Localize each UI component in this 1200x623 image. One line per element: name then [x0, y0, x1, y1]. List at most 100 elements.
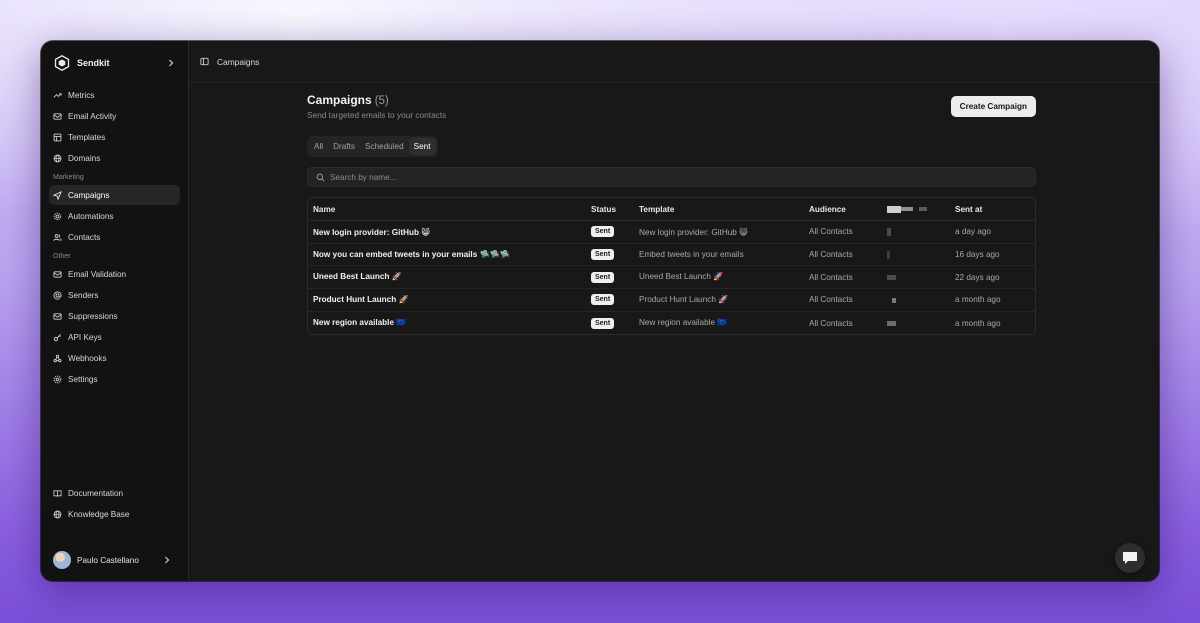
sidebar-item-metrics[interactable]: Metrics — [49, 85, 180, 105]
status-badge: Sent — [591, 294, 615, 306]
campaign-count: (5) — [374, 95, 389, 107]
campaign-name: New region available 🇪🇺 — [313, 318, 407, 328]
audience: All Contacts — [809, 227, 853, 237]
title-block: Campaigns (5) Send targeted emails to you… — [307, 93, 446, 120]
sidebar-item-label: Automations — [68, 211, 114, 221]
sent-at: a month ago — [955, 318, 1001, 328]
audience: All Contacts — [809, 318, 853, 328]
webhook-icon — [53, 354, 62, 362]
template-name: Embed tweets in your emails — [639, 250, 744, 260]
redacted-cell — [887, 295, 955, 304]
status-badge: Sent — [591, 249, 615, 261]
brand-name: Sendkit — [77, 58, 110, 68]
campaigns-content: Campaigns (5) Send targeted emails to you… — [307, 93, 1036, 336]
sidebar-item-email-validation[interactable]: Email Validation — [49, 264, 180, 284]
sidebar-item-webhooks[interactable]: Webhooks — [49, 348, 180, 368]
status-badge: Sent — [591, 271, 615, 283]
brand-switcher[interactable]: Sendkit — [49, 41, 180, 85]
mail-icon — [53, 112, 62, 120]
sent-at: 16 days ago — [955, 250, 1000, 260]
page-title: Campaigns (5) — [307, 93, 446, 107]
user-menu[interactable]: Paulo Castellano — [53, 549, 176, 571]
sidebar-item-domains[interactable]: Domains — [49, 148, 180, 168]
status-badge: Sent — [591, 317, 615, 329]
campaigns-table: Name Status Template Audience Sent at Ne… — [307, 197, 1036, 336]
table-row[interactable]: Now you can embed tweets in your emails … — [308, 244, 1035, 267]
redacted-cell — [887, 273, 955, 282]
tab-drafts[interactable]: Drafts — [328, 138, 360, 155]
table-row[interactable]: Uneed Best Launch 🚀 Sent Uneed Best Laun… — [308, 266, 1035, 290]
search-input[interactable] — [330, 172, 630, 182]
logo-icon — [54, 55, 70, 71]
status-cell: Sent — [591, 317, 639, 329]
nav-top: Metrics Email Activity Templates Domains — [49, 85, 180, 168]
campaign-name: Product Hunt Launch 🚀 — [313, 294, 409, 304]
sidebar-item-contacts[interactable]: Contacts — [49, 227, 180, 247]
sidebar-item-label: Metrics — [68, 90, 95, 100]
sidebar-item-documentation[interactable]: Documentation — [49, 483, 180, 503]
header-sent-at[interactable]: Sent at — [955, 205, 1035, 214]
breadcrumb: Campaigns — [217, 56, 260, 67]
send-icon — [53, 190, 62, 200]
sidebar-item-suppressions[interactable]: Suppressions — [49, 306, 180, 326]
campaign-name: Now you can embed tweets in your emails … — [313, 249, 511, 259]
create-campaign-button[interactable]: Create Campaign — [950, 96, 1036, 117]
settings-icon — [53, 375, 62, 383]
at-icon — [53, 291, 62, 300]
sidebar-item-api-keys[interactable]: API Keys — [49, 327, 180, 347]
sidebar-item-knowledge-base[interactable]: Knowledge Base — [49, 504, 180, 524]
template-name: New region available 🇪🇺 — [639, 318, 728, 328]
header-template[interactable]: Template — [639, 205, 809, 214]
section-label-marketing: Marketing — [53, 174, 84, 181]
sidebar-item-label: Knowledge Base — [68, 509, 130, 519]
sidebar-item-label: Campaigns — [68, 190, 110, 200]
table-row[interactable]: New login provider: GitHub 😸 Sent New lo… — [308, 221, 1035, 244]
sidebar-item-automations[interactable]: Automations — [49, 206, 180, 226]
sidebar: Sendkit Metrics Email Activity Templates… — [41, 41, 188, 581]
gear-cog-icon — [53, 212, 62, 220]
table-header: Name Status Template Audience Sent at — [308, 198, 1035, 221]
trend-icon — [53, 92, 62, 98]
sidebar-toggle-icon[interactable] — [200, 57, 209, 66]
status-tabs: All Drafts Scheduled Sent — [307, 136, 438, 157]
page-subtitle: Send targeted emails to your contacts — [307, 110, 447, 120]
campaign-name: Uneed Best Launch 🚀 — [313, 272, 402, 282]
audience: All Contacts — [809, 272, 853, 282]
sidebar-item-label: Webhooks — [68, 353, 107, 363]
globe-icon — [53, 510, 62, 518]
sidebar-item-label: Templates — [68, 132, 106, 142]
header-status[interactable]: Status — [591, 205, 639, 214]
chevron-right-icon — [169, 59, 174, 67]
status-cell: Sent — [591, 294, 639, 306]
globe-icon — [53, 154, 62, 162]
status-badge: Sent — [591, 226, 615, 238]
section-label-other: Other — [53, 253, 71, 260]
status-cell: Sent — [591, 249, 639, 261]
search-bar — [307, 167, 1036, 187]
audience: All Contacts — [809, 295, 853, 305]
users-icon — [53, 233, 62, 241]
header-name[interactable]: Name — [308, 205, 591, 214]
sidebar-item-templates[interactable]: Templates — [49, 127, 180, 147]
sidebar-item-senders[interactable]: Senders — [49, 285, 180, 305]
sidebar-item-email-activity[interactable]: Email Activity — [49, 106, 180, 126]
sidebar-item-label: Domains — [68, 153, 101, 163]
chat-support-button[interactable] — [1115, 543, 1145, 573]
sidebar-item-campaigns[interactable]: Campaigns — [49, 185, 180, 205]
app-window: Sendkit Metrics Email Activity Templates… — [41, 41, 1159, 581]
table-row[interactable]: Product Hunt Launch 🚀 Sent Product Hunt … — [308, 289, 1035, 312]
header-audience[interactable]: Audience — [809, 205, 887, 214]
sidebar-item-label: Suppressions — [68, 311, 118, 321]
sidebar-item-label: Email Validation — [68, 269, 127, 279]
tab-sent[interactable]: Sent — [408, 138, 436, 155]
chevron-right-icon — [165, 556, 170, 564]
sidebar-item-label: Email Activity — [68, 111, 117, 121]
tab-scheduled[interactable]: Scheduled — [360, 138, 409, 155]
avatar — [53, 551, 71, 569]
tab-all[interactable]: All — [309, 138, 328, 155]
sidebar-item-label: Contacts — [68, 232, 101, 242]
sidebar-item-label: API Keys — [68, 332, 102, 342]
template-name: Product Hunt Launch 🚀 — [639, 294, 729, 304]
sidebar-item-settings[interactable]: Settings — [49, 369, 180, 389]
table-row[interactable]: New region available 🇪🇺 Sent New region … — [308, 312, 1035, 335]
